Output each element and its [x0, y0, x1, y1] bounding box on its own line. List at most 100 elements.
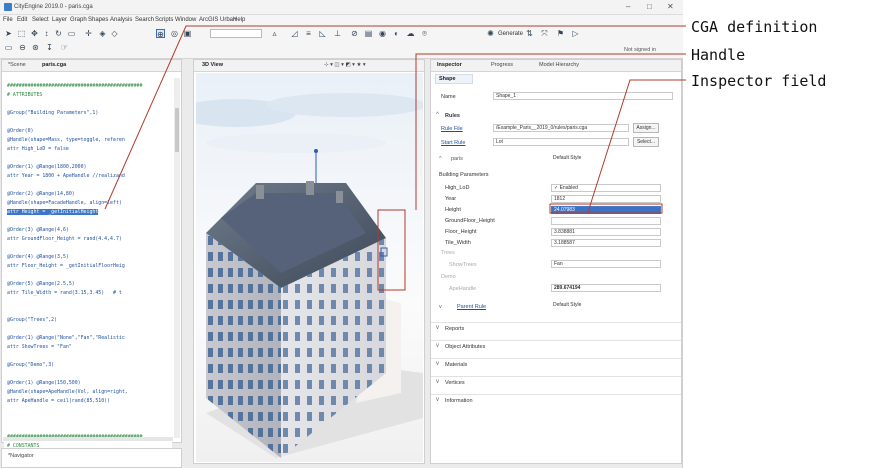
code-line[interactable]: @Group("Trees",2): [7, 317, 57, 323]
transform-tool-icon[interactable]: ✛: [84, 29, 93, 38]
update-icon[interactable]: ⇅: [525, 29, 534, 38]
start-rule-field[interactable]: Lot: [493, 138, 629, 146]
code-line[interactable]: attr High_LoD = false: [7, 146, 69, 152]
menu-window[interactable]: Window: [175, 17, 196, 23]
close-button[interactable]: ✕: [667, 2, 674, 11]
lock-icon[interactable]: ↧: [45, 43, 54, 52]
coordinate-field[interactable]: [210, 29, 262, 38]
measure-tool-icon[interactable]: ◇: [110, 29, 119, 38]
selected-code-line[interactable]: attr Height = _getInitialHeight: [7, 209, 99, 215]
hand-icon[interactable]: ☞: [60, 43, 69, 52]
parent-style-select[interactable]: Default Style: [551, 302, 661, 310]
code-line[interactable]: # ATTRIBUTES: [7, 92, 42, 98]
code-line[interactable]: @Order(2) @Range(14,80): [7, 191, 75, 197]
menu-layer[interactable]: Layer: [52, 17, 67, 23]
code-line[interactable]: @Group("Building Parameters",1): [7, 110, 98, 116]
section-header[interactable]: v Vertices: [431, 376, 681, 388]
select-tool-icon[interactable]: ➤: [4, 29, 13, 38]
code-line[interactable]: @Handle(shape=ApeHandle(Vol, align=right…: [7, 389, 128, 395]
shape-subtab[interactable]: Shape: [435, 74, 473, 84]
code-line[interactable]: ########################################…: [7, 83, 142, 89]
cut-tool-icon[interactable]: ⊘: [350, 29, 359, 38]
street-tool-icon[interactable]: ▵: [270, 29, 279, 38]
layer-tool-icon[interactable]: ▤: [364, 29, 373, 38]
code-line[interactable]: @Order(1) @Range(150,500): [7, 380, 81, 386]
attr-value-field[interactable]: 3.188587: [551, 239, 661, 247]
code-line[interactable]: @Order(4) @Range(3,5): [7, 254, 69, 260]
viewport-controls[interactable]: ⊹ ▾ ◫ ▾ ◩ ▾ ★ ▾: [324, 62, 366, 68]
select-button[interactable]: Select...: [633, 137, 659, 147]
flag-icon[interactable]: ⚑: [556, 29, 565, 38]
extrude-tool-icon[interactable]: ⊥: [333, 29, 342, 38]
sign-in-status[interactable]: Not signed in: [624, 47, 656, 53]
orbit-icon[interactable]: ◎: [170, 29, 179, 38]
attr-value-field[interactable]: ✓ Enabled: [551, 184, 661, 192]
menu-scripts[interactable]: Scripts: [155, 17, 173, 23]
attr-value-field[interactable]: [551, 217, 661, 225]
show-trees-select[interactable]: Fan: [551, 260, 661, 268]
handle-tool-icon[interactable]: ◈: [98, 29, 107, 38]
code-line[interactable]: @Handle(shape=Mass, type=toggle, referen: [7, 137, 125, 143]
attr-value-field[interactable]: 1812: [551, 195, 661, 203]
menu-file[interactable]: File: [3, 17, 13, 23]
bookmark-icon[interactable]: ⊖: [18, 43, 27, 52]
cga-code-area[interactable]: ########################################…: [4, 73, 172, 453]
arrow-icon[interactable]: ▷: [571, 29, 580, 38]
3d-viewport[interactable]: [196, 73, 423, 462]
editor-scrollbar[interactable]: [174, 78, 180, 438]
generate-icon[interactable]: ✺: [486, 29, 495, 38]
code-line[interactable]: attr ApeHandle = ceil(rand(85,510)): [7, 398, 110, 404]
section-header[interactable]: v Object Attributes: [431, 340, 681, 352]
tab-paris-cga[interactable]: paris.cga: [42, 62, 66, 68]
code-line[interactable]: @Handle(shape=FacadeHandle, align=left): [7, 200, 122, 206]
rule-file-field[interactable]: /Example_Paris__2019_0/rules/paris.cga: [493, 124, 629, 132]
menu-analysis[interactable]: Analysis: [110, 17, 132, 23]
menu-help[interactable]: Help: [233, 17, 245, 23]
section-header[interactable]: v Materials: [431, 358, 681, 370]
editor-hscrollbar[interactable]: [3, 437, 173, 441]
tab-scene[interactable]: *Scene: [8, 62, 26, 68]
analysis-tool-icon[interactable]: ◉: [378, 29, 387, 38]
minimize-button[interactable]: –: [626, 2, 630, 11]
shadow-tool-icon[interactable]: ◐: [392, 29, 401, 38]
code-line[interactable]: @Order(5) @Range(2.5,5): [7, 281, 75, 287]
menu-search[interactable]: Search: [135, 17, 154, 23]
code-line[interactable]: @Order(3) @Range(4,6): [7, 227, 69, 233]
maximize-button[interactable]: □: [647, 2, 652, 11]
code-line[interactable]: attr Year = 1800 + ApeHandle //realizand: [7, 173, 125, 179]
rule-file-link[interactable]: Rule File: [441, 126, 463, 132]
move-tool-icon[interactable]: ✥: [30, 29, 39, 38]
ape-handle-field[interactable]: 289.674194: [551, 284, 661, 292]
tab-model-hierarchy[interactable]: Model Hierarchy: [539, 62, 579, 68]
code-line[interactable]: @Order(0): [7, 128, 34, 134]
code-line[interactable]: @Order(1) @Range("None","Fan","Realistic: [7, 335, 125, 341]
code-line[interactable]: attr Floor_Height = _getInitialFloorHeig: [7, 263, 125, 269]
paris-style-select[interactable]: Default Style: [551, 155, 661, 163]
camera-icon[interactable]: ⊛: [31, 43, 40, 52]
scroll-thumb[interactable]: [175, 108, 179, 152]
tab-inspector[interactable]: Inspector: [437, 62, 462, 68]
rules-section-header[interactable]: ^ Rules: [431, 110, 681, 122]
name-field[interactable]: Shape_1: [493, 92, 673, 100]
view-tool-icon[interactable]: ⌾: [420, 29, 429, 38]
assign-button[interactable]: Assign...: [633, 123, 659, 133]
tab-progress[interactable]: Progress: [491, 62, 513, 68]
code-line[interactable]: attr Tile_Width = rand(3.15,3.45) # t: [7, 290, 122, 296]
code-line[interactable]: attr ShowTrees = "Fan": [7, 344, 72, 350]
section-header[interactable]: v Reports: [431, 322, 681, 334]
menu-graph[interactable]: Graph: [70, 17, 87, 23]
shape-tool-icon[interactable]: ≡: [304, 29, 313, 38]
tab-3d-view[interactable]: 3D View: [202, 62, 223, 68]
split-icon[interactable]: ⤧: [540, 29, 549, 38]
generate-button[interactable]: Generate: [498, 31, 523, 37]
rect-select-icon[interactable]: ⬚: [17, 29, 26, 38]
parent-rule-link[interactable]: Parent Rule: [457, 304, 486, 310]
frame-icon[interactable]: ▣: [183, 29, 192, 38]
rotate-tool-icon[interactable]: ↻: [54, 29, 63, 38]
code-line[interactable]: @Order(1) @Range(1800,2000): [7, 164, 87, 170]
code-line[interactable]: attr GroundFloor_Height = rand(4.4,4.7): [7, 236, 122, 242]
grid-tool-icon[interactable]: ▭: [67, 29, 76, 38]
edit-handle-icon[interactable]: ⊕: [156, 29, 165, 39]
attr-value-field[interactable]: 24.07983: [551, 206, 661, 214]
tab-navigator[interactable]: *Navigator: [8, 453, 34, 459]
